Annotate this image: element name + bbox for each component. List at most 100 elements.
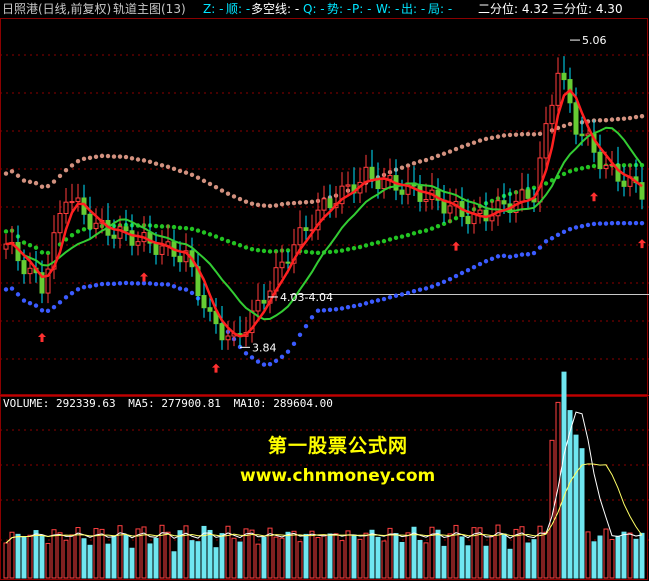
lower-band-dot xyxy=(477,261,483,267)
lower-band-dot xyxy=(603,221,609,226)
upper-band-dot xyxy=(471,140,477,145)
volume-bar xyxy=(477,527,483,579)
upper-band-dot xyxy=(69,163,75,168)
upper-band-dot xyxy=(15,173,21,178)
lower-band-dot xyxy=(543,239,549,244)
middle-band-dot xyxy=(423,228,429,233)
volume-bar xyxy=(273,536,279,579)
upper-band-dot xyxy=(621,116,627,121)
volume-bar xyxy=(387,527,393,579)
volume-bar xyxy=(315,537,321,579)
volume-bar xyxy=(207,529,213,579)
lower-band-dot xyxy=(429,284,435,289)
volume-bar xyxy=(339,540,345,579)
middle-band-dot xyxy=(363,243,369,248)
upper-band-dot xyxy=(477,138,483,143)
lower-band-dot xyxy=(315,308,321,313)
upper-band-dot xyxy=(183,170,189,175)
upper-band-dot xyxy=(609,117,615,122)
lower-band-dot xyxy=(9,286,15,291)
candle-body xyxy=(117,226,123,239)
lower-band-dot xyxy=(579,224,585,229)
lower-band-dot xyxy=(489,256,495,262)
lower-band-dot xyxy=(369,299,375,304)
upper-band-dot xyxy=(513,132,519,137)
candle-body xyxy=(543,123,549,159)
volume-bar xyxy=(249,529,255,579)
volume-bar xyxy=(603,528,609,579)
volume-bar xyxy=(147,543,153,579)
legend-p: P: - xyxy=(352,2,372,16)
lower-band-dot xyxy=(135,281,141,286)
upper-band-dot xyxy=(465,142,471,147)
lower-band-dot xyxy=(537,245,543,250)
middle-band-dot xyxy=(429,226,435,231)
volume-bar xyxy=(393,533,399,579)
candle-body xyxy=(423,198,429,202)
candle-body xyxy=(207,307,213,312)
upper-band-dot xyxy=(603,117,609,123)
volume-bar xyxy=(129,547,135,579)
legend-ju: 局: - xyxy=(428,2,453,16)
candle-body xyxy=(561,72,567,81)
middle-band-dot xyxy=(411,231,417,236)
volume-bar xyxy=(633,538,639,579)
upper-band-dot xyxy=(525,131,531,137)
volume-bar xyxy=(447,533,453,579)
upper-band-dot xyxy=(561,123,567,129)
volume-ma10: MA10: 289604.00 xyxy=(233,397,333,410)
stock-chart[interactable]: 5.06 3.84 4.03-4.04 xyxy=(0,0,649,581)
volume-bar xyxy=(369,529,375,579)
candle-body xyxy=(93,222,99,229)
volume-bar xyxy=(297,541,303,579)
price-annotation-0: 5.06 xyxy=(582,34,607,47)
volume-bar xyxy=(465,545,471,579)
watermark-title: 第一股票公式网 xyxy=(268,435,409,457)
lower-band-dot xyxy=(117,281,123,286)
lower-band-dot xyxy=(351,303,357,309)
volume-bar xyxy=(255,543,261,579)
upper-band-dot xyxy=(225,191,231,196)
upper-band-dot xyxy=(519,132,525,137)
candle-body xyxy=(477,209,483,215)
upper-band-dot xyxy=(81,156,87,162)
volume-bar xyxy=(195,541,201,579)
upper-band-dot xyxy=(501,133,507,138)
volume-bar xyxy=(597,535,603,579)
candles xyxy=(3,56,645,350)
upper-band-dot xyxy=(153,161,159,166)
volume-bar xyxy=(615,535,621,579)
candle-body xyxy=(21,260,27,275)
lower-band-dot xyxy=(327,307,333,313)
candle-body xyxy=(87,213,93,229)
lower-band-dot xyxy=(261,362,267,367)
stock-title: 日照港(日线,前复权) xyxy=(2,2,112,16)
upper-band-dot xyxy=(75,159,81,164)
upper-band-dot xyxy=(441,151,447,156)
upper-band-dot xyxy=(237,196,243,202)
volume-bar xyxy=(87,544,93,579)
volume-bar xyxy=(579,448,585,579)
lower-band-dot xyxy=(423,286,429,291)
buy-arrow-icon xyxy=(38,333,46,343)
volume-bar xyxy=(213,547,219,579)
upper-band-dot xyxy=(507,132,513,138)
volume-bar xyxy=(291,530,297,579)
middle-band-dot xyxy=(21,240,27,245)
lower-band-dot xyxy=(279,354,285,359)
middle-band-dot xyxy=(219,236,225,242)
upper-band-dot xyxy=(135,157,141,162)
lower-band-dot xyxy=(459,270,465,276)
lower-band-dot xyxy=(177,286,183,291)
middle-band-dot xyxy=(33,245,39,250)
volume-bar xyxy=(261,536,267,579)
quantile-2: 二分位: 4.32 xyxy=(478,2,549,16)
volume-bar xyxy=(99,528,105,579)
candle-body xyxy=(327,198,333,209)
lower-band-dot xyxy=(303,324,309,329)
lower-band-dot xyxy=(549,236,555,241)
middle-band-dot xyxy=(585,164,591,170)
lower-band-dot xyxy=(171,284,177,289)
lower-band-dot xyxy=(3,287,9,292)
lower-band-dot xyxy=(243,351,249,356)
